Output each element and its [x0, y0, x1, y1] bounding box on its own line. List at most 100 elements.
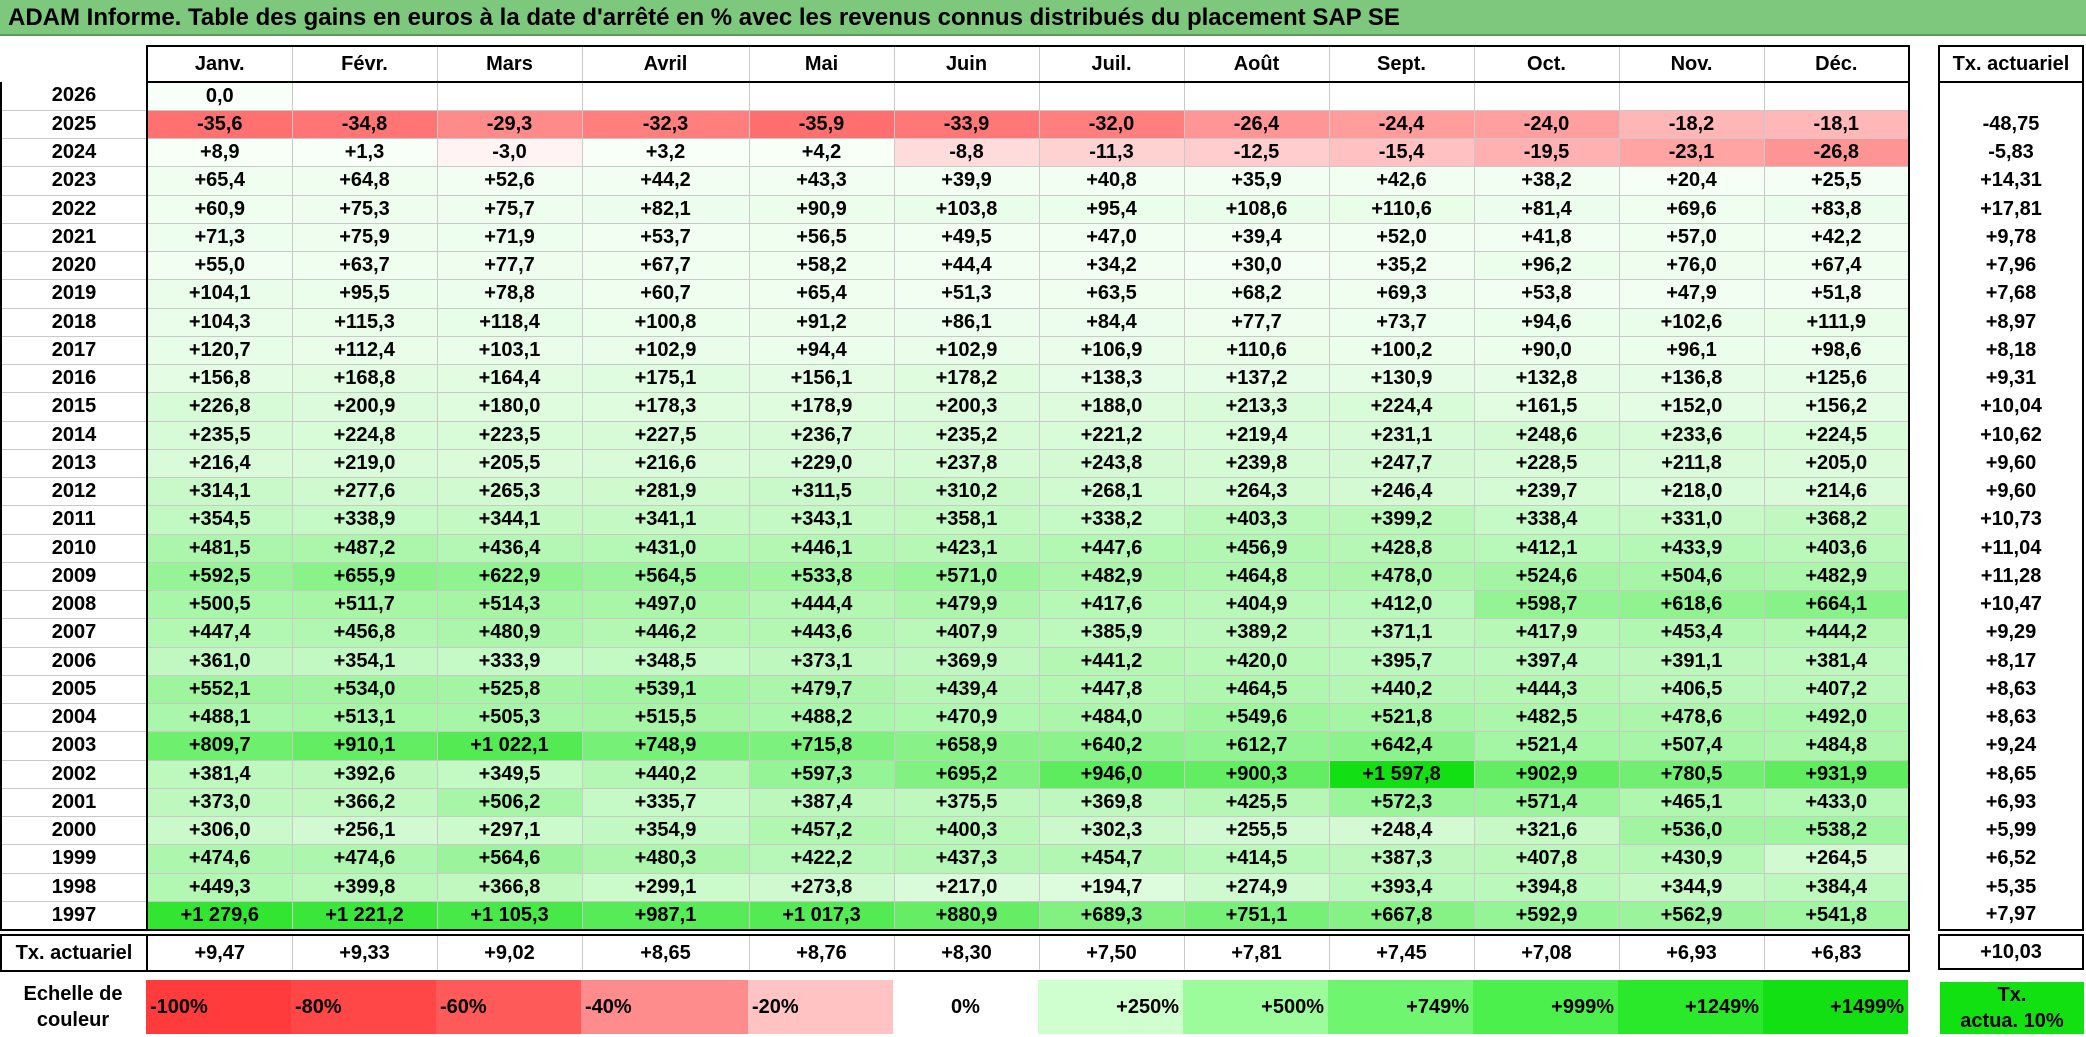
gain-cell: +38,2 — [1473, 166, 1620, 196]
gain-cell: +90,0 — [1473, 336, 1620, 366]
rate-cell: +5,99 — [1938, 816, 2084, 845]
year-cell: 2001 — [0, 788, 148, 818]
rate-row: +17,81 — [1938, 195, 2084, 224]
gain-cell: +49,5 — [893, 223, 1040, 253]
gain-cell: +1 017,3 — [748, 901, 895, 931]
gain-cell: +399,2 — [1328, 505, 1475, 535]
gain-cell — [581, 82, 750, 111]
month-header: Août — [1183, 45, 1330, 83]
gain-cell: +525,8 — [436, 675, 583, 705]
gain-cell: +809,7 — [146, 731, 293, 761]
rate-row: +10,47 — [1938, 590, 2084, 619]
scale-label: Echelle de couleur — [0, 980, 146, 1034]
gain-cell: +748,9 — [581, 731, 750, 761]
gain-cell — [1473, 82, 1620, 111]
gain-cell — [1763, 82, 1910, 111]
gain-cell: +441,2 — [1038, 647, 1185, 676]
gain-cell: +152,0 — [1618, 392, 1765, 422]
gain-cell: +106,9 — [1038, 336, 1185, 366]
gain-cell: +94,4 — [748, 336, 895, 366]
gain-cell: +436,4 — [436, 534, 583, 563]
gain-cell: +470,9 — [893, 703, 1040, 733]
table-row: 2018 +104,3 +115,3 +118,4 +100,8 +91,2 +86,1 +8… — [0, 308, 1910, 337]
month-header: Juil. — [1038, 45, 1185, 83]
gain-cell: +297,1 — [436, 816, 583, 846]
gain-cell: +43,3 — [748, 166, 895, 196]
gain-cell: +354,9 — [581, 816, 750, 846]
year-cell: 2025 — [0, 110, 148, 140]
gain-cell: +53,8 — [1473, 279, 1620, 309]
table-row: 2010 +481,5 +487,2 +436,4 +431,0 +446,1 +423,1… — [0, 534, 1910, 563]
gain-cell: +533,8 — [748, 562, 895, 592]
gain-cell: +417,6 — [1038, 590, 1185, 620]
gain-cell: +414,5 — [1183, 844, 1330, 874]
gain-cell: +268,1 — [1038, 477, 1185, 507]
gain-cell: +200,3 — [893, 392, 1040, 422]
rate-cell: +9,31 — [1938, 364, 2084, 393]
year-cell: 2008 — [0, 590, 148, 620]
gain-cell: +63,7 — [291, 251, 438, 281]
totals-cell: +7,45 — [1328, 934, 1475, 972]
year-cell: 2020 — [0, 251, 148, 281]
rate-cell: +8,97 — [1938, 308, 2084, 337]
gain-cell: +321,6 — [1473, 816, 1620, 846]
table-row: 2016 +156,8 +168,8 +164,4 +175,1 +156,1 +178,2… — [0, 364, 1910, 394]
gain-cell — [748, 82, 895, 111]
gain-cell: +484,0 — [1038, 703, 1185, 733]
overall-rate: +10,03 — [1938, 934, 2084, 970]
rate-row: +5,99 — [1938, 816, 2084, 845]
gain-cell: +248,6 — [1473, 421, 1620, 450]
gain-cell: +221,2 — [1038, 421, 1185, 450]
rate-row — [1938, 82, 2084, 111]
rate-row: -5,83 — [1938, 138, 2084, 167]
gain-cell: +53,7 — [581, 223, 750, 253]
gain-cell: +331,0 — [1618, 505, 1765, 535]
gain-cell: +84,4 — [1038, 308, 1185, 337]
gain-cell: +428,8 — [1328, 534, 1475, 563]
year-cell: 2022 — [0, 195, 148, 224]
table-row: 2021 +71,3 +75,9 +71,9 +53,7 +56,5 +49,5 +47,0 +… — [0, 223, 1910, 253]
rate-cell: +14,31 — [1938, 166, 2084, 195]
table-row: 2009 +592,5 +655,9 +622,9 +564,5 +533,8 +571,0… — [0, 562, 1910, 592]
table-row: 2015 +226,8 +200,9 +180,0 +178,3 +178,9 +200,3… — [0, 392, 1910, 422]
table-row: 1999 +474,6 +474,6 +564,6 +480,3 +422,2 +437,3… — [0, 844, 1910, 874]
gain-cell: +211,8 — [1618, 449, 1765, 479]
gain-cell: +71,3 — [146, 223, 293, 253]
gain-cell: +233,6 — [1618, 421, 1765, 450]
table-row: 2011 +354,5 +338,9 +344,1 +341,1 +343,1 +358,1… — [0, 505, 1910, 535]
gain-cell: +407,8 — [1473, 844, 1620, 874]
gain-cell: +534,0 — [291, 675, 438, 705]
gain-cell: +449,3 — [146, 873, 293, 902]
gain-cell: +42,6 — [1328, 166, 1475, 196]
scale-label-line1: Echelle de — [23, 983, 123, 1005]
month-header: Mai — [748, 45, 895, 83]
year-cell: 2015 — [0, 392, 148, 422]
gain-cell: -26,8 — [1763, 138, 1910, 168]
gain-cell: +235,5 — [146, 421, 293, 450]
gain-cell: +311,5 — [748, 477, 895, 507]
rate-row: +11,04 — [1938, 534, 2084, 563]
gain-cell: +156,1 — [748, 364, 895, 394]
corner-cell — [1, 46, 147, 82]
year-cell: 1997 — [0, 901, 148, 931]
gain-cell: +464,5 — [1183, 675, 1330, 705]
gain-cell: +440,2 — [581, 760, 750, 789]
year-cell: 2024 — [0, 138, 148, 168]
table-row: 2020 +55,0 +63,7 +77,7 +67,7 +58,2 +44,4 +34,2 +… — [0, 251, 1910, 281]
rate-row: +9,24 — [1938, 731, 2084, 760]
gain-cell: +946,0 — [1038, 760, 1185, 789]
gain-cell: +482,9 — [1038, 562, 1185, 592]
gain-cell: +403,3 — [1183, 505, 1330, 535]
gain-cell: +343,1 — [748, 505, 895, 535]
gain-cell: +444,3 — [1473, 675, 1620, 705]
gain-cell: -8,8 — [893, 138, 1040, 168]
year-cell: 2019 — [0, 279, 148, 309]
gain-cell: +506,2 — [436, 788, 583, 818]
gain-cell: +76,0 — [1618, 251, 1765, 281]
rate-cell: +7,97 — [1938, 901, 2084, 931]
gain-cell: +695,2 — [893, 760, 1040, 789]
gain-cell: +910,1 — [291, 731, 438, 761]
gain-cell: +277,6 — [291, 477, 438, 507]
rate-row: +8,65 — [1938, 760, 2084, 789]
rate-cell: +8,63 — [1938, 675, 2084, 704]
